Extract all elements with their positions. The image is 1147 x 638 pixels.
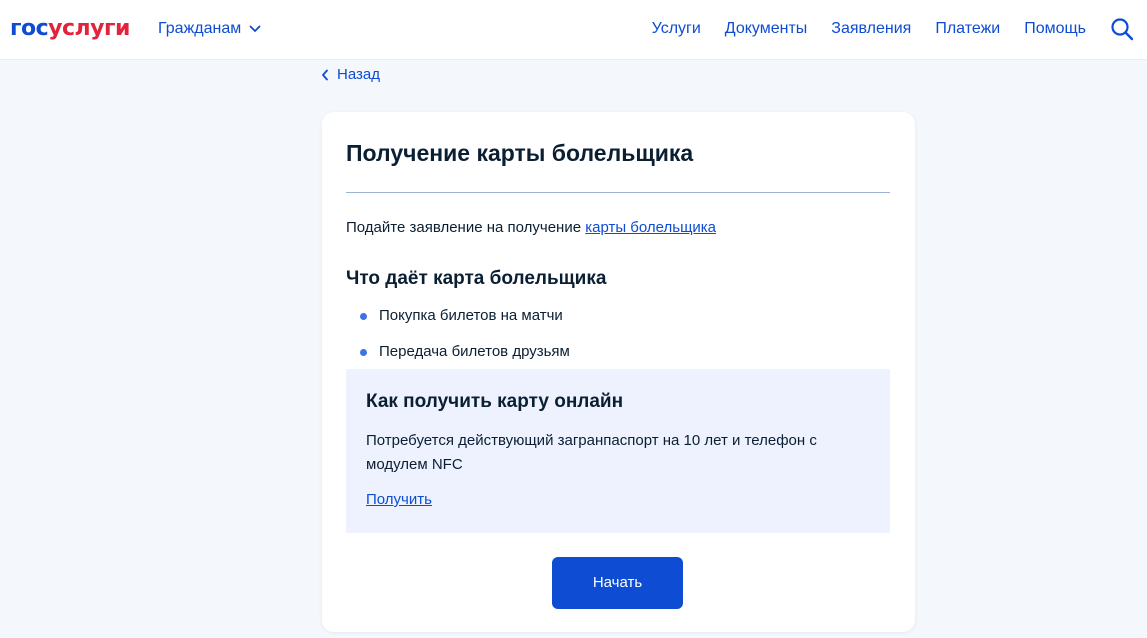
list-item-label: Передача билетов друзьям [379,343,570,360]
chevron-down-icon [249,25,261,32]
page-title: Получение карты болельщика [346,140,694,166]
benefits-list: Покупка билетов на матчи Передача билето… [360,306,570,378]
start-button[interactable]: Начать [552,557,683,609]
logo-part-uslugi: услуги [48,16,130,41]
back-link[interactable]: Назад [321,65,380,85]
intro-prefix: Подайте заявление на получение [346,219,586,236]
main-nav: Услуги Документы Заявления Платежи Помощ… [652,18,1086,40]
list-item: Покупка билетов на матчи [360,306,570,342]
intro-text: Подайте заявление на получение карты бол… [346,218,716,238]
list-item-label: Покупка билетов на матчи [379,307,563,324]
info-title: Как получить карту онлайн [366,391,624,412]
logo-part-gos: гос [10,16,49,41]
nav-help[interactable]: Помощь [1024,18,1086,40]
get-card-link[interactable]: Получить [366,489,432,511]
nav-documents[interactable]: Документы [725,18,807,40]
title-divider [346,192,890,193]
citizens-dropdown[interactable]: Гражданам [158,18,261,40]
search-icon[interactable] [1110,17,1134,41]
fan-card-link[interactable]: карты болельщика [585,219,716,236]
back-label: Назад [337,66,380,83]
benefits-heading: Что даёт карта болельщика [346,268,607,289]
nav-applications[interactable]: Заявления [831,18,911,40]
nav-payments[interactable]: Платежи [935,18,1000,40]
chevron-left-icon [322,69,328,81]
bullet-dot-icon [360,313,367,320]
info-text: Потребуется действующий загранпаспорт на… [366,432,817,473]
gosuslugi-logo[interactable]: госуслуги [10,15,130,43]
top-header: госуслуги Гражданам Услуги Документы Зая… [0,0,1147,60]
service-card: Получение карты болельщика Подайте заявл… [322,112,915,632]
nav-services[interactable]: Услуги [652,18,701,40]
bullet-dot-icon [360,349,367,356]
online-info-box: Как получить карту онлайн Потребуется де… [346,369,890,533]
citizens-label: Гражданам [158,20,242,37]
